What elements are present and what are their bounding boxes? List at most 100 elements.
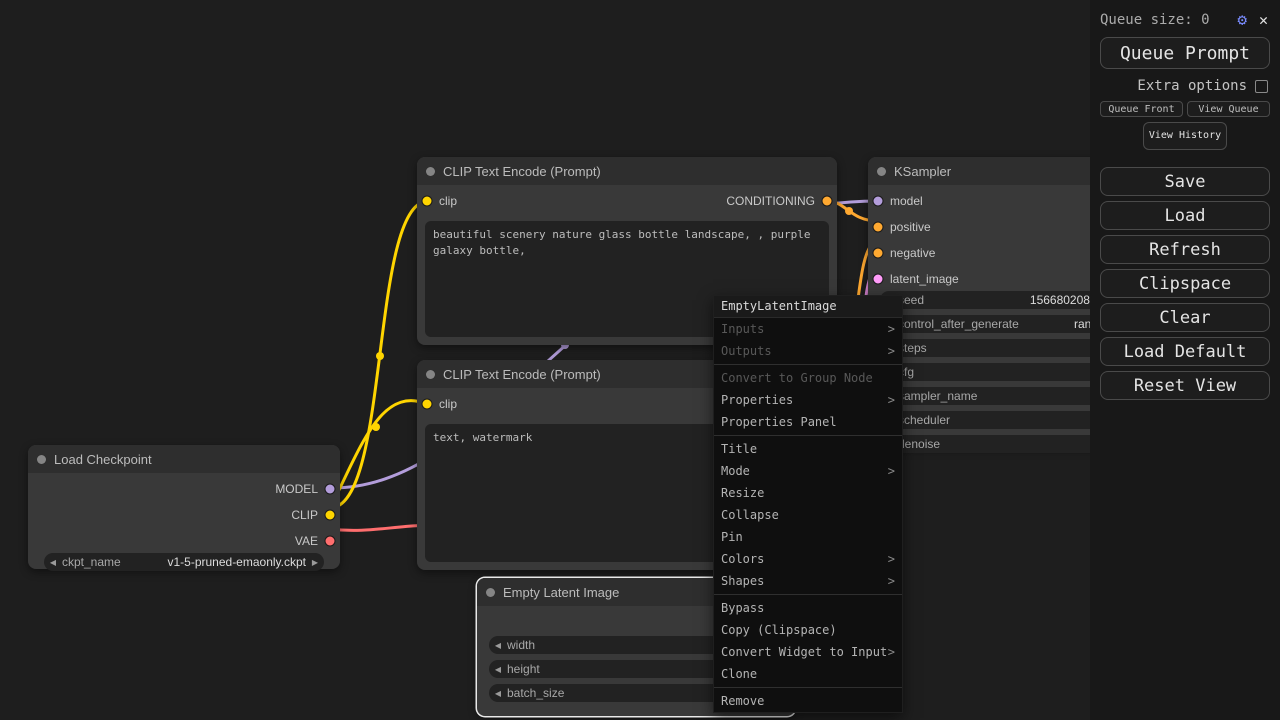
widget-label: sampler_name xyxy=(898,389,978,403)
input-label-clip: clip xyxy=(439,194,458,208)
submenu-arrow-icon: > xyxy=(887,322,895,336)
widget-value: v1-5-pruned-emaonly.ckpt xyxy=(167,555,306,569)
collapse-dot-icon[interactable] xyxy=(877,166,886,176)
menu-item-label: Collapse xyxy=(721,508,779,522)
widget-label: batch_size xyxy=(507,686,565,700)
input-dot-model[interactable] xyxy=(873,196,883,206)
load-checkpoint-ckpt-name-widget[interactable]: ◀ ckpt_name v1-5-pruned-emaonly.ckpt ▶ xyxy=(44,553,324,571)
input-dot-clip[interactable] xyxy=(422,399,432,409)
sidebar-button-save[interactable]: Save xyxy=(1100,167,1270,196)
menu-item-shapes[interactable]: Shapes > xyxy=(714,570,902,592)
sidebar-button-view-queue[interactable]: View Queue xyxy=(1187,101,1270,117)
output-dot-model[interactable] xyxy=(325,484,335,494)
menu-item-clone[interactable]: Clone xyxy=(714,663,902,685)
decrement-arrow-icon[interactable]: ◀ xyxy=(493,689,503,698)
extra-options-checkbox[interactable] xyxy=(1255,79,1268,93)
collapse-dot-icon[interactable] xyxy=(426,166,435,176)
settings-gear-icon[interactable]: ⚙ xyxy=(1237,10,1247,29)
collapse-dot-icon[interactable] xyxy=(426,369,435,379)
menu-item-colors[interactable]: Colors > xyxy=(714,548,902,570)
output-slot-clip: CLIP xyxy=(28,505,340,525)
wire-dot-conditioning-positive xyxy=(845,207,853,215)
sidebar-button-clipspace[interactable]: Clipspace xyxy=(1100,269,1270,298)
menu-item-label: Shapes xyxy=(721,574,765,588)
input-label-negative: negative xyxy=(890,246,936,260)
widget-label: denoise xyxy=(898,437,941,451)
menu-item-pin[interactable]: Pin xyxy=(714,526,902,548)
menu-item-convert-widget-to-input[interactable]: Convert Widget to Input > xyxy=(714,641,902,663)
menu-item-outputs: Outputs > xyxy=(714,340,902,362)
menu-item-title[interactable]: Title xyxy=(714,438,902,460)
menu-item-remove[interactable]: Remove xyxy=(714,690,902,712)
node-title: KSampler xyxy=(894,163,952,179)
menu-item-label: Remove xyxy=(721,694,765,708)
widget-label: height xyxy=(507,662,540,676)
menu-item-label: Copy (Clipspace) xyxy=(721,623,837,637)
node-title: CLIP Text Encode (Prompt) xyxy=(443,163,601,179)
extra-options-label: Extra options xyxy=(1137,78,1247,94)
node-header[interactable]: CLIP Text Encode (Prompt) xyxy=(417,157,837,185)
output-dot-conditioning[interactable] xyxy=(822,196,832,206)
sidebar-header: Queue size: 0 ⚙ ✕ xyxy=(1090,0,1280,29)
menu-item-mode[interactable]: Mode > xyxy=(714,460,902,482)
menu-item-label: Properties Panel xyxy=(721,415,837,429)
wire-clip-negative xyxy=(328,399,429,510)
input-label-clip: clip xyxy=(439,397,458,411)
menu-item-properties[interactable]: Properties > xyxy=(714,389,902,411)
node-load-checkpoint[interactable]: Load Checkpoint MODEL CLIP VAE ◀ ckpt_name v… xyxy=(28,445,340,571)
submenu-arrow-icon: > xyxy=(887,344,895,358)
output-label-conditioning: CONDITIONING xyxy=(726,194,815,208)
decrement-arrow-icon[interactable]: ◀ xyxy=(493,665,503,674)
menu-separator xyxy=(714,687,902,688)
node-header[interactable]: Load Checkpoint xyxy=(28,445,340,473)
menu-item-label: Pin xyxy=(721,530,743,544)
increment-arrow-icon[interactable]: ▶ xyxy=(310,558,320,567)
queue-prompt-button[interactable]: Queue Prompt xyxy=(1100,37,1270,69)
widget-label: control_after_generate xyxy=(898,317,1019,331)
input-dot-clip[interactable] xyxy=(422,196,432,206)
context-menu: EmptyLatentImage Inputs > Outputs > Convert … xyxy=(713,295,903,713)
sidebar-button-load-default[interactable]: Load Default xyxy=(1100,337,1270,366)
menu-separator xyxy=(714,435,902,436)
collapse-dot-icon[interactable] xyxy=(37,454,46,464)
slot-row: clip CONDITIONING xyxy=(417,191,837,211)
menu-item-label: Title xyxy=(721,442,758,456)
sidebar-button-clear[interactable]: Clear xyxy=(1100,303,1270,332)
close-icon[interactable]: ✕ xyxy=(1259,11,1268,29)
sidebar-button-refresh[interactable]: Refresh xyxy=(1100,235,1270,264)
node-title: Empty Latent Image xyxy=(503,584,620,600)
submenu-arrow-icon: > xyxy=(887,464,895,478)
collapse-dot-icon[interactable] xyxy=(486,587,495,597)
sidebar-button-queue-front[interactable]: Queue Front xyxy=(1100,101,1183,117)
submenu-arrow-icon: > xyxy=(887,645,895,659)
sidebar-menu: Queue size: 0 ⚙ ✕ Queue Prompt Extra opt… xyxy=(1090,0,1280,720)
input-dot-positive[interactable] xyxy=(873,222,883,232)
menu-item-copy-clipspace[interactable]: Copy (Clipspace) xyxy=(714,619,902,641)
input-label-latent-image: latent_image xyxy=(890,272,959,286)
load-checkpoint-outputs: MODEL CLIP VAE xyxy=(28,479,340,551)
queue-view-buttons: Queue Front View Queue xyxy=(1100,101,1270,117)
sidebar-button-load[interactable]: Load xyxy=(1100,201,1270,230)
menu-item-resize[interactable]: Resize xyxy=(714,482,902,504)
context-menu-list: Inputs > Outputs > Convert to Group Node Prop… xyxy=(714,318,902,712)
node-canvas[interactable]: CLIP Text Encode (Prompt) clip CONDITION… xyxy=(0,0,1280,720)
menu-item-bypass[interactable]: Bypass xyxy=(714,597,902,619)
extra-options-row: Extra options xyxy=(1090,69,1280,101)
decrement-arrow-icon[interactable]: ◀ xyxy=(493,641,503,650)
output-dot-vae[interactable] xyxy=(325,536,335,546)
view-history-button[interactable]: View History xyxy=(1143,122,1227,150)
menu-item-label: Convert to Group Node xyxy=(721,371,873,385)
input-dot-negative[interactable] xyxy=(873,248,883,258)
input-label-model: model xyxy=(890,194,923,208)
output-dot-clip[interactable] xyxy=(325,510,335,520)
input-dot-latent-image[interactable] xyxy=(873,274,883,284)
sidebar-button-reset-view[interactable]: Reset View xyxy=(1100,371,1270,400)
menu-item-collapse[interactable]: Collapse xyxy=(714,504,902,526)
menu-item-properties-panel[interactable]: Properties Panel xyxy=(714,411,902,433)
output-label-clip: CLIP xyxy=(291,508,318,522)
widget-label: scheduler xyxy=(898,413,951,427)
wire-dot-clip-negative xyxy=(372,423,380,431)
decrement-arrow-icon[interactable]: ◀ xyxy=(48,558,58,567)
output-label-model: MODEL xyxy=(275,482,318,496)
menu-item-label: Mode xyxy=(721,464,750,478)
